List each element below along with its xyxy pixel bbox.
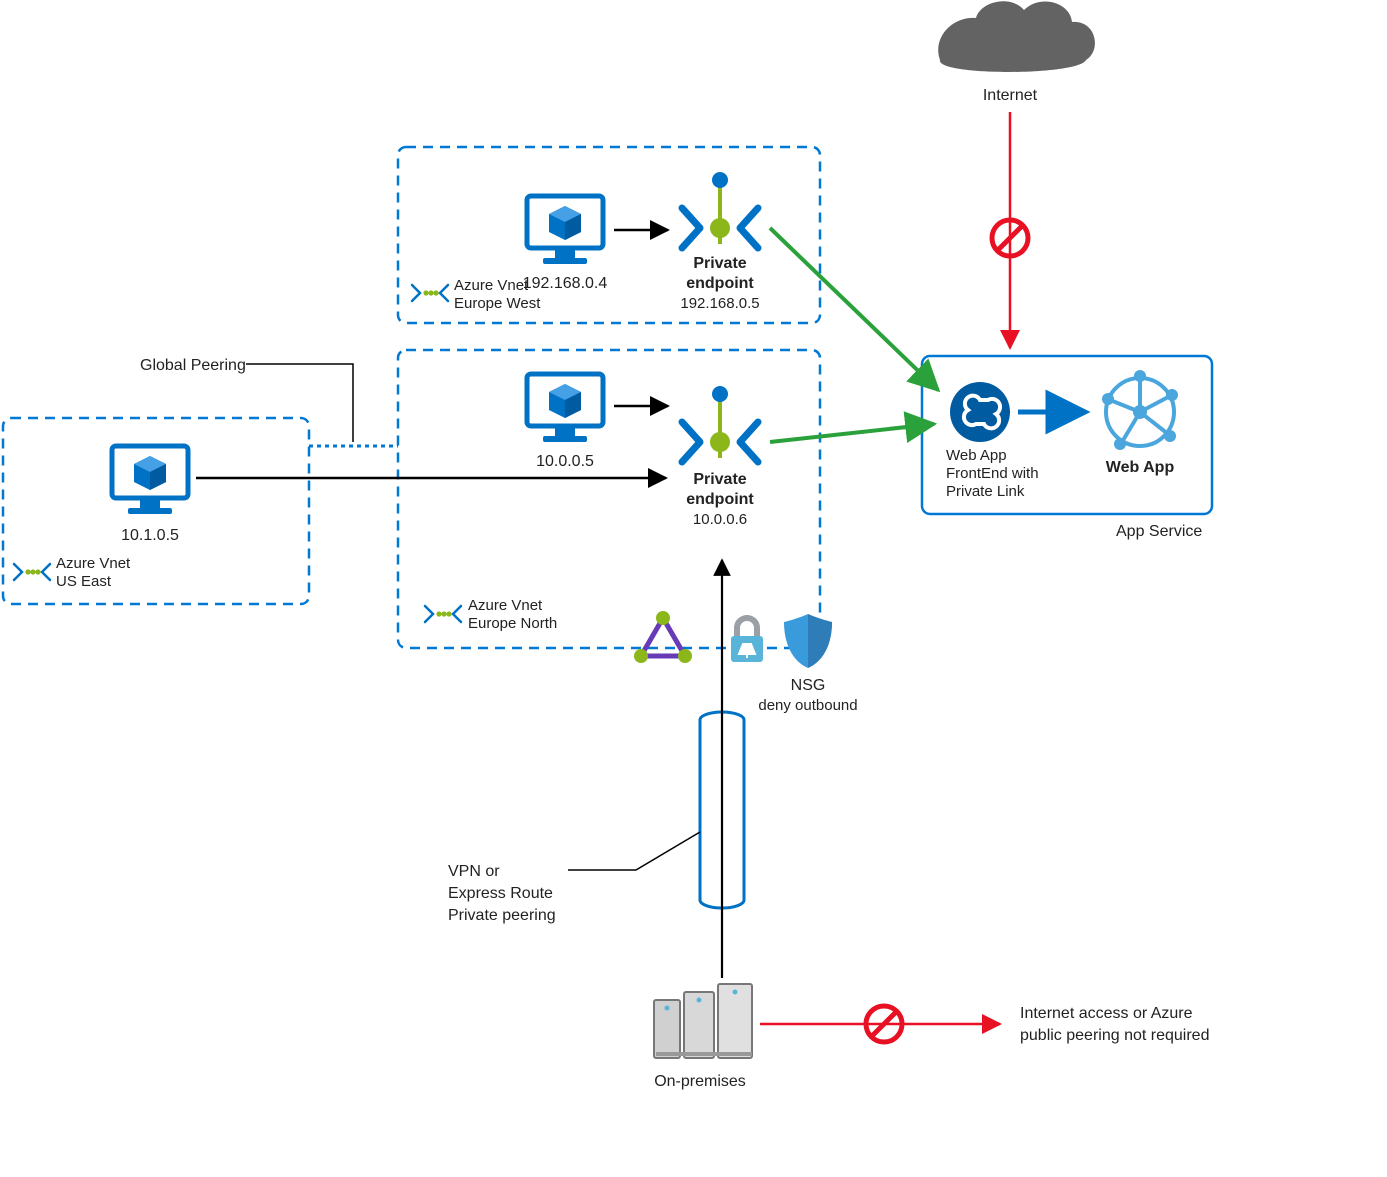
pe-euwest-t2: endpoint [686, 275, 754, 292]
loadbalancer-icon [634, 611, 692, 663]
pe-euwest-t1: Private [693, 255, 746, 272]
pe-eunorth-icon [682, 386, 758, 462]
arrow-eunorth-to-appservice [770, 424, 934, 442]
vnet-euwest-icon [412, 285, 448, 301]
pe-eunorth-t2: endpoint [686, 491, 754, 508]
arrow-euwest-to-appservice [770, 228, 938, 390]
internet-note-l2: public peering not required [1020, 1027, 1209, 1044]
webapp-frontend-line3: Private Link [946, 483, 1025, 500]
vnet-useast-l2: US East [56, 573, 112, 590]
onprem-icon [654, 984, 752, 1058]
pe-eunorth-t1: Private [693, 471, 746, 488]
webapp-frontend-line1: Web App [946, 447, 1007, 464]
pe-euwest-ip: 192.168.0.5 [680, 295, 759, 312]
global-peering-leader [246, 364, 353, 442]
webapp-label: Web App [1106, 459, 1175, 476]
app-service-label: App Service [1116, 523, 1202, 540]
webapp-frontend-line2: FrontEnd with [946, 465, 1039, 482]
nsg-sub: deny outbound [758, 697, 857, 714]
vm-eunorth-ip: 10.0.0.5 [536, 453, 594, 470]
pe-eunorth-ip: 10.0.0.6 [693, 511, 747, 528]
vpn-l1: VPN or [448, 863, 500, 880]
internet-label: Internet [983, 87, 1038, 104]
vm-euwest-icon [527, 196, 603, 264]
webapp-icon [1102, 370, 1178, 450]
lock-icon [731, 618, 763, 662]
vm-useast-ip: 10.1.0.5 [121, 527, 179, 544]
nsg-title: NSG [791, 677, 826, 694]
vpn-l3: Private peering [448, 907, 556, 924]
onprem-label: On-premises [654, 1073, 746, 1090]
vnet-eunorth-l2: Europe North [468, 615, 557, 632]
vpn-leader [568, 832, 700, 870]
global-peering-label: Global Peering [140, 357, 246, 374]
vm-useast-icon [112, 446, 188, 514]
vnet-euwest-l1: Azure Vnet [454, 277, 529, 294]
vpn-l2: Express Route [448, 885, 553, 902]
vm-eunorth-icon [527, 374, 603, 442]
vnet-useast-icon [14, 564, 50, 580]
webapp-frontend-icon [950, 382, 1010, 442]
shield-icon [784, 614, 832, 668]
vnet-eunorth-box [398, 350, 820, 648]
pe-euwest-icon [682, 172, 758, 248]
internet-note-l1: Internet access or Azure [1020, 1005, 1193, 1022]
vnet-eunorth-l1: Azure Vnet [468, 597, 543, 614]
vnet-euwest-l2: Europe West [454, 295, 541, 312]
vm-euwest-ip: 192.168.0.4 [523, 275, 608, 292]
internet-icon [938, 1, 1095, 72]
vnet-useast-l1: Azure Vnet [56, 555, 131, 572]
vnet-eunorth-icon [425, 606, 461, 622]
